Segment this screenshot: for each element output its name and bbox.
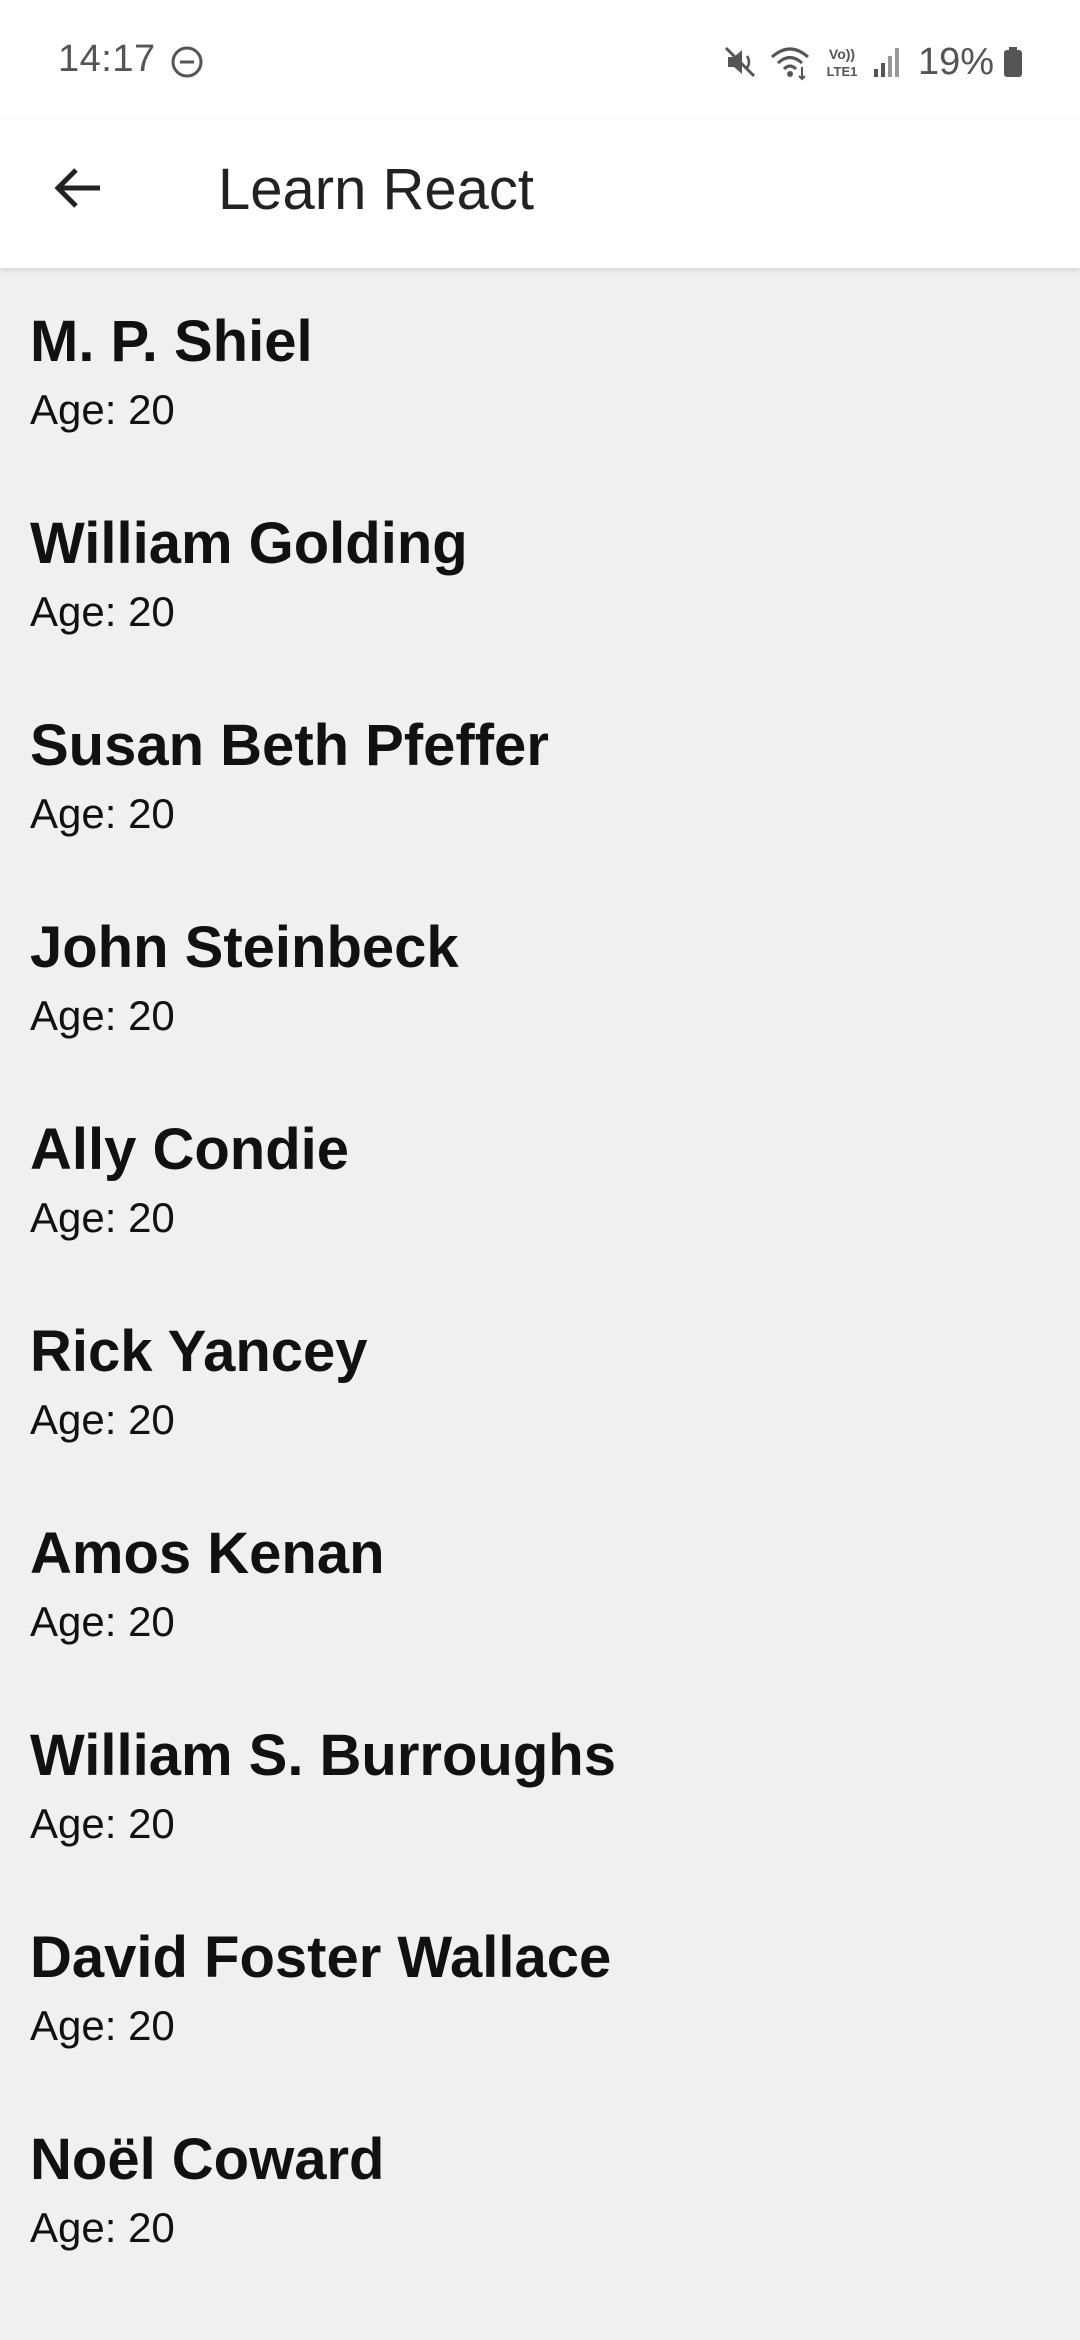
list-item[interactable]: John Steinbeck Age: 20 [0,874,1080,1076]
list-item-name: William S. Burroughs [30,1723,616,1788]
list-item-age: Age: 20 [30,1800,175,1847]
list-item-age: Age: 20 [30,2204,175,2251]
list-item[interactable]: Susan Beth Pfeffer Age: 20 [0,672,1080,874]
wifi-icon [768,43,812,81]
list-item[interactable]: William S. Burroughs Age: 20 [0,1682,1080,1884]
list-item-name: Rick Yancey [30,1319,368,1384]
back-button[interactable] [38,148,118,228]
list-item-name: John Steinbeck [30,915,459,980]
list-item[interactable]: M. P. Shiel Age: 20 [0,268,1080,470]
battery-icon [1002,43,1024,81]
arrow-left-icon [54,168,100,208]
list-item[interactable]: David Foster Wallace Age: 20 [0,1884,1080,2086]
list-item-age: Age: 20 [30,790,175,837]
status-bar: 14:17 Vo)) LTE1 19% [0,0,1080,120]
svg-text:LTE1: LTE1 [827,64,858,79]
page-title: Learn React [218,157,534,222]
battery-percentage: 19% [917,40,994,83]
do-not-disturb-icon [170,45,204,79]
list-item-age: Age: 20 [30,1396,175,1443]
list-item-name: Ally Condie [30,1117,350,1182]
app-bar: Learn React [0,120,1080,268]
list-item-age: Age: 20 [30,1194,175,1241]
person-list[interactable]: M. P. Shiel Age: 20 William Golding Age:… [0,268,1080,2340]
list-item[interactable]: Rick Yancey Age: 20 [0,1278,1080,1480]
list-item-name: M. P. Shiel [30,309,313,374]
status-icons: Vo)) LTE1 19% [722,38,1024,86]
list-item[interactable]: Noël Coward Age: 20 [0,2086,1080,2288]
list-item-name: Amos Kenan [30,1521,385,1586]
list-item-name: Noël Coward [30,2127,385,2192]
status-time: 14:17 [58,38,156,80]
list-item[interactable]: Ally Condie Age: 20 [0,1076,1080,1278]
list-item-age: Age: 20 [30,588,175,635]
list-item-age: Age: 20 [30,992,175,1039]
list-item-name: David Foster Wallace [30,1925,612,1990]
list-item-name: William Golding [30,511,468,576]
list-item-age: Age: 20 [30,386,175,433]
mute-icon [722,43,760,81]
list-item[interactable]: William Golding Age: 20 [0,470,1080,672]
list-item[interactable]: Amos Kenan Age: 20 [0,1480,1080,1682]
svg-text:Vo)): Vo)) [829,46,855,62]
list-item-age: Age: 20 [30,1598,175,1645]
signal-icon [872,43,902,81]
list-item-age: Age: 20 [30,2002,175,2049]
list-item-name: Susan Beth Pfeffer [30,713,549,778]
volte-icon: Vo)) LTE1 [820,43,864,81]
